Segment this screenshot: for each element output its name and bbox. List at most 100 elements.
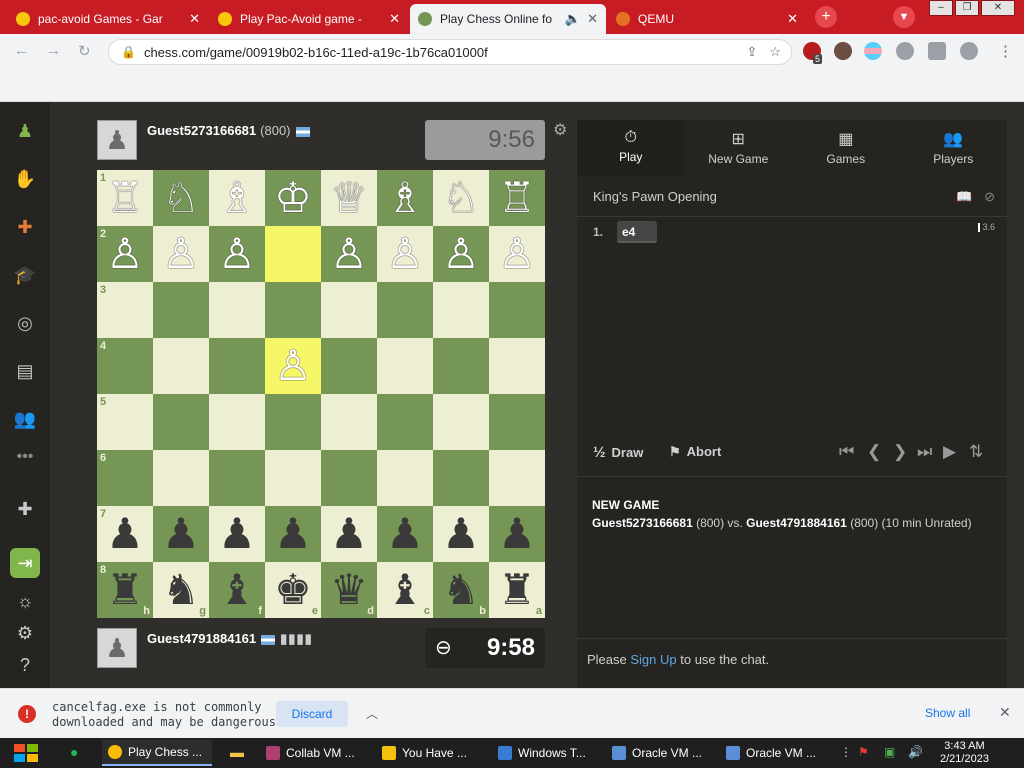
chess-board[interactable]: 1 ♖ ♘ ♗ ♔ ♕ ♗ ♘ ♖ 2 ♙ ♙ ♙ ♙ ♙ ♙ ♙ 3 4 ♙ 5 6 7 ♟ ♟ ♟ ♟ ♟ ♟ ♟ ♟ 8 h ♜ g ♞ f ♝ e ♚… (97, 170, 545, 618)
forward-icon[interactable]: → (46, 42, 61, 59)
first-move-icon[interactable]: ⏮ (839, 442, 854, 462)
volume-icon[interactable]: 🔊 (908, 745, 923, 759)
board-square[interactable] (265, 282, 321, 338)
board-square[interactable] (265, 226, 321, 282)
board-square[interactable]: c ♝ (377, 562, 433, 618)
board-square[interactable]: ♙ (321, 226, 377, 282)
board-square[interactable]: ♕ (321, 170, 377, 226)
chess-piece[interactable]: ♟ (386, 510, 424, 557)
taskbar-oracle-vm-2[interactable]: Oracle VM ... (720, 740, 830, 766)
flag-icon[interactable]: ⚑ (858, 745, 869, 759)
light-mode-icon[interactable]: ☼ (10, 586, 40, 616)
last-move-icon[interactable]: ⏭ (917, 442, 932, 462)
chess-piece[interactable]: ♗ (386, 174, 424, 221)
chess-piece[interactable]: ♙ (498, 230, 536, 277)
chess-piece[interactable]: ♙ (274, 342, 312, 389)
tab-players[interactable]: 👥 Players (900, 120, 1008, 176)
explorer-compass-icon[interactable]: ⊘ (984, 189, 995, 204)
draw-button[interactable]: ½ Draw (593, 444, 643, 461)
chess-piece[interactable]: ♖ (106, 174, 144, 221)
board-square[interactable] (209, 394, 265, 450)
close-icon[interactable]: ✕ (189, 11, 200, 27)
board-square[interactable]: ♟ (209, 506, 265, 562)
puzzle-icon[interactable] (896, 42, 914, 60)
board-square[interactable] (209, 450, 265, 506)
tab-pac-avoid-game[interactable]: Play Pac-Avoid game - ✕ (210, 4, 408, 34)
learn-graduation-icon[interactable]: 🎓 (10, 260, 40, 290)
taskbar-chrome[interactable]: Play Chess ... (102, 740, 212, 766)
taskbar-you-have[interactable]: You Have ... (376, 740, 486, 766)
chess-piece[interactable]: ♟ (498, 510, 536, 557)
close-window-button[interactable]: ✕ (981, 0, 1015, 16)
board-square[interactable]: ♙ (153, 226, 209, 282)
tab-qemu[interactable]: QEMU ✕ (608, 4, 806, 34)
kebab-menu-icon[interactable]: ⋮ (840, 745, 852, 759)
windows-start-icon[interactable] (10, 740, 42, 766)
board-square[interactable] (489, 282, 545, 338)
chess-piece[interactable]: ♜ (498, 566, 536, 613)
board-square[interactable] (377, 450, 433, 506)
chess-piece[interactable]: ♟ (106, 510, 144, 557)
chess-piece[interactable]: ♘ (162, 174, 200, 221)
next-move-icon[interactable]: ❯ (893, 442, 907, 462)
board-square[interactable] (153, 282, 209, 338)
chess-piece[interactable]: ♕ (330, 174, 368, 221)
tab-new-game[interactable]: ⊞ New Game (685, 120, 793, 176)
close-icon[interactable]: ✕ (999, 704, 1011, 721)
board-square[interactable]: 1 ♖ (97, 170, 153, 226)
board-square[interactable]: 3 (97, 282, 153, 338)
close-icon[interactable]: ✕ (787, 11, 798, 27)
board-square[interactable]: 2 ♙ (97, 226, 153, 282)
chess-pawn-logo-icon[interactable]: ♟ (10, 116, 40, 146)
chess-piece[interactable]: ♝ (218, 566, 256, 613)
board-square[interactable]: ♘ (433, 170, 489, 226)
side-panel-icon[interactable] (928, 42, 946, 60)
info-black-player[interactable]: Guest4791884161 (746, 516, 847, 530)
board-square[interactable] (209, 282, 265, 338)
chess-piece[interactable]: ♙ (442, 230, 480, 277)
chess-piece[interactable]: ♘ (442, 174, 480, 221)
board-square[interactable] (321, 394, 377, 450)
board-square[interactable] (265, 450, 321, 506)
board-square[interactable]: ♙ (489, 226, 545, 282)
chess-piece[interactable]: ♛ (330, 566, 368, 613)
board-square[interactable] (489, 450, 545, 506)
chess-piece[interactable]: ♙ (218, 230, 256, 277)
book-icon[interactable]: 📖 (956, 189, 972, 204)
board-square[interactable] (377, 394, 433, 450)
chess-piece[interactable]: ♖ (498, 174, 536, 221)
bottom-player-name[interactable]: Guest4791884161 ▮▮▮▮ (147, 631, 313, 647)
spotify-icon[interactable]: ● (70, 744, 78, 760)
board-square[interactable]: d ♛ (321, 562, 377, 618)
board-square[interactable] (433, 338, 489, 394)
board-square[interactable] (209, 338, 265, 394)
profile-icon[interactable] (960, 42, 978, 60)
board-square[interactable]: ♟ (153, 506, 209, 562)
board-square[interactable]: ♟ (489, 506, 545, 562)
tab-pac-avoid-games[interactable]: pac-avoid Games - Gar ✕ (8, 4, 208, 34)
board-square[interactable]: 4 (97, 338, 153, 394)
board-square[interactable]: ♗ (377, 170, 433, 226)
board-square[interactable] (153, 394, 209, 450)
board-square[interactable]: ♙ (433, 226, 489, 282)
share-icon[interactable]: ⇪ (746, 44, 757, 60)
more-dots-icon[interactable]: ••• (10, 442, 40, 472)
board-square[interactable] (321, 338, 377, 394)
tab-games[interactable]: ▦ Games (792, 120, 900, 176)
play-icon[interactable]: ▶ (943, 442, 956, 462)
restore-button[interactable]: ❐ (955, 0, 979, 16)
chevron-up-icon[interactable]: ︿ (366, 705, 378, 722)
avatar[interactable]: ♟ (97, 628, 137, 668)
board-square[interactable]: ♙ (209, 226, 265, 282)
sign-up-link[interactable]: Sign Up (630, 652, 676, 667)
chess-piece[interactable]: ♙ (386, 230, 424, 277)
info-white-player[interactable]: Guest5273166681 (592, 516, 693, 530)
chess-piece[interactable]: ♗ (218, 174, 256, 221)
back-icon[interactable]: ← (14, 42, 29, 59)
puzzles-icon[interactable]: ✚ (10, 212, 40, 242)
discard-button[interactable]: Discard (276, 701, 348, 727)
puzzle-hand-icon[interactable]: ✋ (10, 164, 40, 194)
board-square[interactable] (489, 394, 545, 450)
board-square[interactable] (489, 338, 545, 394)
board-square[interactable]: g ♞ (153, 562, 209, 618)
